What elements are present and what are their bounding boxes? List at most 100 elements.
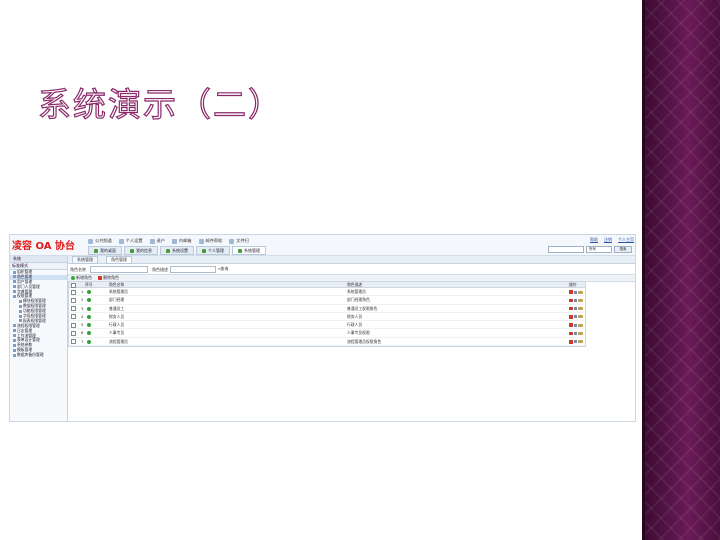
top-tab[interactable]: 个人管理 [196, 246, 230, 255]
view-icon[interactable] [578, 307, 583, 311]
tree-node-icon [19, 314, 22, 318]
query-button[interactable]: ⌕查询 [218, 266, 228, 271]
toolbar-icon [149, 238, 155, 244]
toolbar-icon [88, 238, 93, 244]
tree-node-icon [13, 294, 16, 298]
sidebar-header: 系统 [10, 256, 67, 263]
sidebar-tree: 组织管理 角色管理 用户管理 部门人员管理 字典管理 权限管理 模块权限管理 数据权限管理 功能… [10, 269, 67, 358]
toolbar-icon [229, 238, 235, 244]
row-checkbox[interactable] [71, 313, 76, 320]
toolbar-label: 邮件帮助 [205, 238, 223, 243]
table-row[interactable]: 5 行政人员 行政人员 [69, 321, 585, 330]
top-tab[interactable]: 系统管理 [232, 246, 266, 255]
tab-icon [166, 249, 170, 253]
toolbar-item[interactable]: 内邮箱 [171, 238, 192, 244]
top-tab-label: 个人管理 [208, 248, 224, 253]
add-icon [71, 276, 75, 280]
view-icon[interactable] [578, 290, 583, 294]
view-icon[interactable] [578, 323, 583, 327]
toolbar-item[interactable]: 个人设置 [118, 238, 143, 244]
row-checkbox[interactable] [71, 288, 76, 295]
tree-node-icon [19, 304, 22, 308]
top-link[interactable]: 个人主页 [618, 237, 634, 243]
top-tab-label: 系统管理 [244, 248, 260, 253]
delete-icon[interactable] [569, 290, 573, 294]
row-checkbox[interactable] [71, 321, 76, 328]
toolbar-item[interactable]: 文件扫 [229, 238, 249, 244]
row-checkbox[interactable] [71, 305, 76, 312]
toolbar-label: 个人设置 [125, 238, 143, 243]
tree-node-icon [13, 343, 16, 347]
delete-icon[interactable] [569, 298, 573, 303]
edit-icon[interactable] [574, 340, 577, 344]
top-search-button[interactable]: 搜索 [614, 246, 632, 253]
toolbar-icon [118, 238, 124, 244]
view-icon[interactable] [578, 340, 583, 344]
add-role-label: 新增角色 [76, 275, 92, 280]
toolbar-item[interactable]: 公共频道 [88, 238, 112, 244]
row-name: 部门经理 [109, 297, 125, 303]
edit-icon[interactable] [574, 315, 577, 319]
table-row[interactable]: 3 普通员工 普通员工权限角色 [69, 305, 585, 313]
query-label: 查询 [220, 266, 229, 271]
table-row[interactable]: 1 系统管理员 系统管理员 [69, 288, 585, 297]
top-bar: 凌容 OA 协台 公共频道 个人设置 退户 内邮箱 邮件帮助 文件扫 我的桌面 我的信息 系统… [10, 235, 635, 256]
top-links: 帮助 注销 个人主页 [590, 237, 634, 243]
top-tab[interactable]: 我的信息 [124, 246, 158, 255]
sidebar-item-label: 数据库备份管理 [17, 352, 44, 358]
top-link[interactable]: 注销 [604, 237, 612, 243]
status-ok-icon [87, 313, 91, 320]
status-ok-icon [87, 288, 91, 295]
header-name: 角色名称 [109, 282, 125, 287]
sidebar: 系统 标准模式 组织管理 角色管理 用户管理 部门人员管理 字典管理 权限管理 模块权限管理… [10, 256, 68, 421]
tree-node-icon [13, 280, 16, 284]
edit-icon[interactable] [574, 307, 577, 311]
row-checkbox[interactable] [71, 329, 76, 336]
role-desc-input[interactable] [170, 266, 216, 273]
row-name: 流程管理员 [109, 338, 128, 344]
header-checkbox[interactable] [71, 282, 76, 288]
delete-icon[interactable] [569, 340, 573, 344]
edit-icon[interactable] [574, 331, 577, 335]
row-desc: 财务人员 [347, 313, 363, 319]
status-ok-icon [87, 296, 91, 303]
tab-icon [94, 249, 98, 253]
row-actions [569, 296, 583, 303]
row-checkbox[interactable] [71, 338, 76, 345]
toolbar-item[interactable]: 邮件帮助 [198, 238, 223, 244]
slide-title: 系统演示（二） [37, 84, 283, 124]
edit-icon[interactable] [574, 323, 577, 327]
view-icon[interactable] [578, 331, 583, 335]
view-icon[interactable] [578, 298, 583, 302]
top-tab[interactable]: 系统设置 [160, 246, 194, 255]
tab-icon [130, 249, 134, 253]
delete-icon[interactable] [569, 331, 573, 336]
table-row[interactable]: 6 人事专员 人事专员权限 [69, 329, 585, 338]
top-tab[interactable]: 我的桌面 [88, 246, 122, 255]
role-name-input[interactable] [90, 266, 148, 273]
decorative-side-band [642, 0, 720, 540]
tab-system-admin[interactable]: 系统管理 [72, 256, 98, 264]
delete-icon[interactable] [569, 306, 573, 311]
view-icon[interactable] [578, 315, 583, 319]
table-row[interactable]: 4 财务人员 财务人员 [69, 313, 585, 322]
tab-role-admin[interactable]: 角色管理 [106, 256, 132, 264]
top-dropdown[interactable]: 所有 [586, 246, 612, 253]
delete-icon[interactable] [569, 315, 573, 319]
row-name: 行政人员 [109, 322, 125, 328]
tree-node-icon [19, 299, 22, 303]
delete-icon[interactable] [569, 323, 573, 327]
tree-node-icon [13, 270, 16, 274]
tree-node-icon [13, 334, 16, 338]
table-row[interactable]: 2 部门经理 部门经理角色 [69, 296, 585, 305]
app-logo: 凌容 OA 协台 [12, 241, 75, 252]
toolbar-label: 公共频道 [95, 238, 112, 243]
edit-icon[interactable] [574, 298, 577, 302]
top-search-input[interactable] [548, 246, 584, 253]
toolbar-item[interactable]: 退户 [149, 238, 165, 244]
row-checkbox[interactable] [71, 296, 76, 303]
top-link[interactable]: 帮助 [590, 237, 598, 243]
sidebar-item[interactable]: 数据库备份管理 [10, 352, 67, 358]
edit-icon[interactable] [574, 290, 577, 294]
table-row[interactable]: 7 流程管理员 流程管理员权限角色 [69, 338, 585, 347]
